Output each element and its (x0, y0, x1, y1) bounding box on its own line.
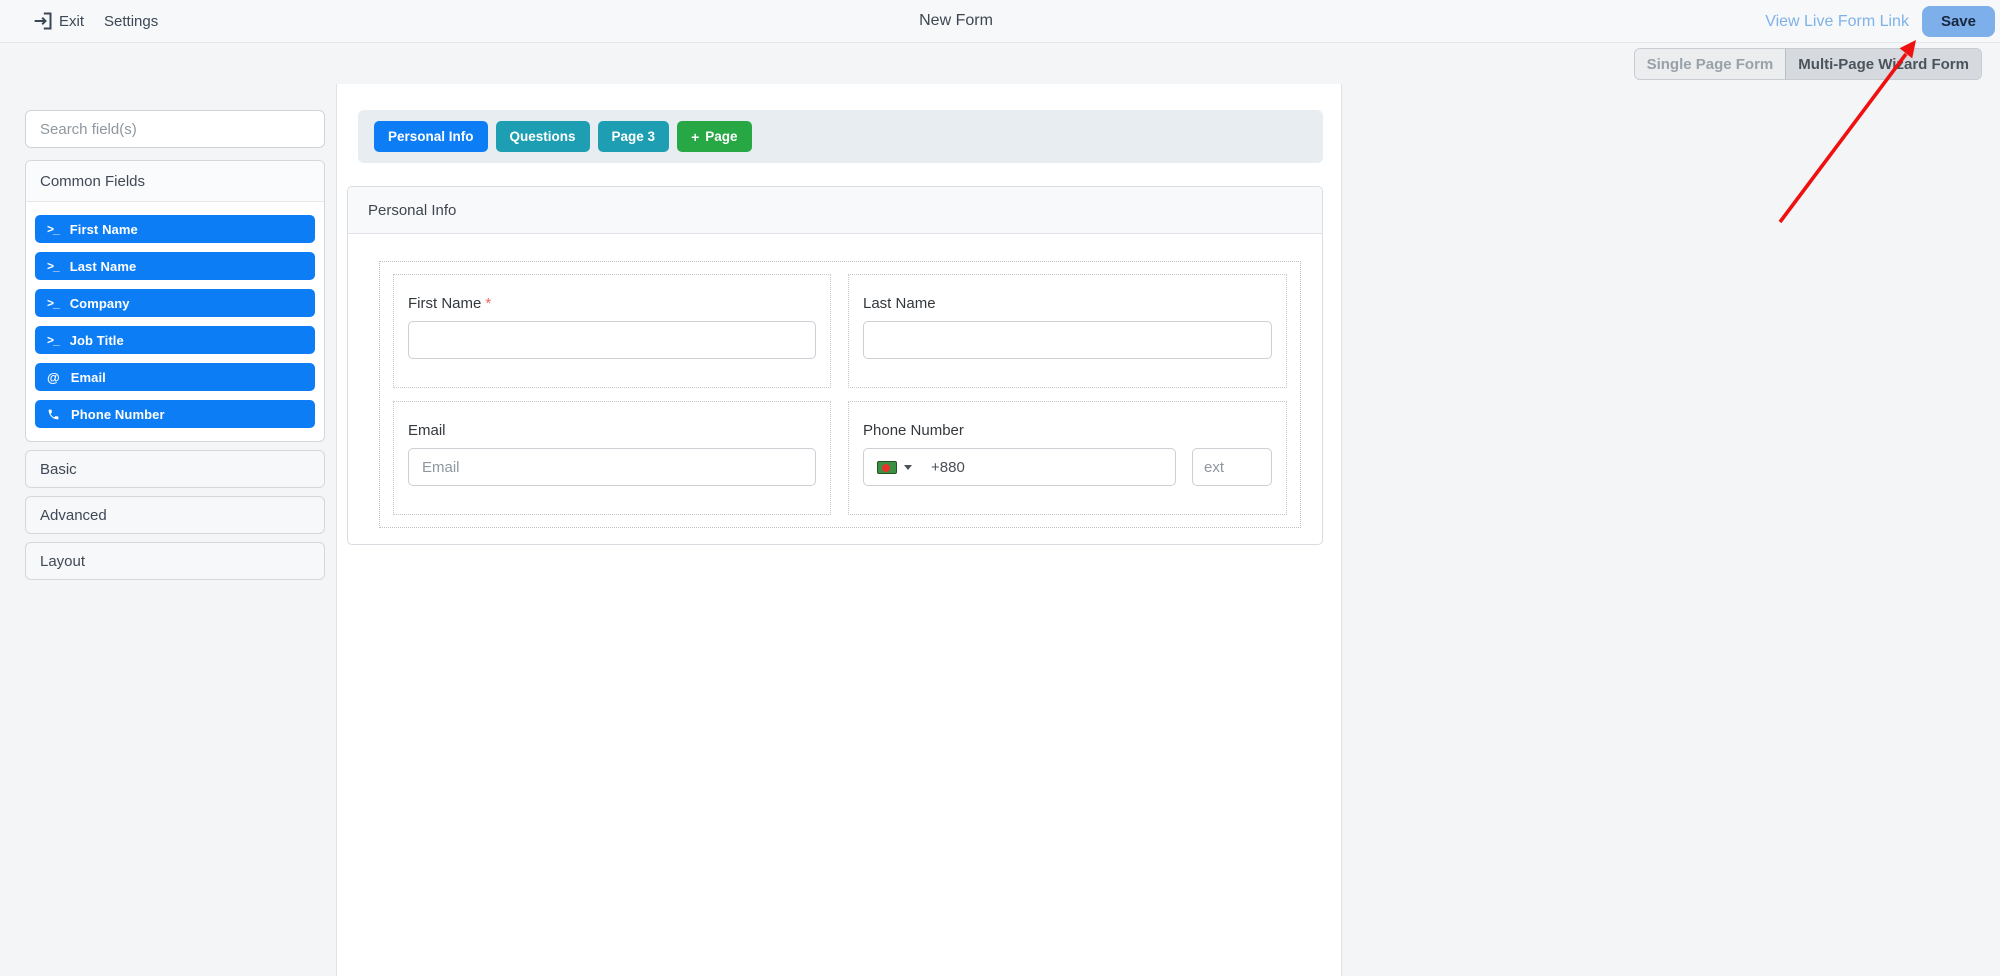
tab-personal-info[interactable]: Personal Info (374, 121, 488, 152)
top-navbar: Exit Settings New Form View Live Form Li… (0, 0, 2000, 43)
field-button-label: Last Name (69, 258, 137, 274)
page-tabs-bar: Personal Info Questions Page 3 + Page (358, 110, 1323, 163)
sidebar-section-layout[interactable]: Layout (25, 542, 325, 580)
card-title: Personal Info (348, 187, 1322, 234)
common-fields-panel: Common Fields >_ First Name >_ Last Name… (25, 160, 325, 442)
first-name-input[interactable] (408, 321, 816, 359)
country-select-caret-icon[interactable] (904, 464, 912, 470)
field-label: Phone Number (863, 422, 964, 439)
field-button-phone-number[interactable]: Phone Number (35, 400, 315, 428)
field-cell-phone-number[interactable]: Phone Number +880 (848, 401, 1287, 515)
field-button-email[interactable]: @ Email (35, 363, 315, 391)
card-body: First Name* Last Name Email Phone Number (348, 234, 1322, 544)
add-page-label: Page (705, 129, 738, 144)
form-mode-toggle: Single Page Form Multi-Page Wizard Form (1633, 48, 1982, 80)
required-asterisk: * (485, 295, 492, 312)
field-button-label: Job Title (69, 332, 124, 348)
field-button-company[interactable]: >_ Company (35, 289, 315, 317)
field-label: Last Name (863, 295, 936, 312)
field-cell-last-name[interactable]: Last Name (848, 274, 1287, 388)
email-input[interactable] (408, 448, 816, 486)
field-label: Email (408, 422, 446, 439)
form-canvas: Personal Info Questions Page 3 + Page Pe… (336, 84, 1342, 976)
field-button-last-name[interactable]: >_ Last Name (35, 252, 315, 280)
common-fields-list: >_ First Name >_ Last Name >_ Company >_… (26, 202, 324, 441)
field-button-label: Phone Number (71, 406, 165, 422)
last-name-input[interactable] (863, 321, 1272, 359)
terminal-icon: >_ (47, 222, 60, 236)
bangladesh-flag-icon (877, 460, 897, 474)
view-live-form-link[interactable]: View Live Form Link (1765, 13, 1909, 31)
terminal-icon: >_ (47, 333, 60, 347)
fields-sidebar: Common Fields >_ First Name >_ Last Name… (25, 110, 325, 580)
field-button-job-title[interactable]: >_ Job Title (35, 326, 315, 354)
personal-info-card: Personal Info First Name * Last Name Emai… (347, 186, 1323, 545)
field-cell-email[interactable]: Email (393, 401, 831, 515)
field-button-label: First Name (69, 221, 138, 237)
field-button-first-name[interactable]: >_ First Name (35, 215, 315, 243)
field-label: First Name * (408, 295, 492, 312)
phone-ext-input[interactable] (1192, 448, 1272, 486)
save-button[interactable]: Save (1921, 6, 1995, 37)
tab-page-3[interactable]: Page 3 (597, 121, 670, 152)
single-page-form-button[interactable]: Single Page Form (1634, 49, 1786, 79)
dial-code-value: +880 (931, 458, 965, 476)
plus-icon: + (691, 128, 700, 145)
settings-button[interactable]: Settings (104, 13, 158, 30)
add-page-button[interactable]: + Page (677, 121, 752, 152)
search-input[interactable] (25, 110, 325, 148)
tab-questions[interactable]: Questions (495, 121, 590, 152)
sidebar-section-basic[interactable]: Basic (25, 450, 325, 488)
mode-toolbar: Single Page Form Multi-Page Wizard Form (0, 43, 2000, 84)
phone-icon (47, 408, 60, 421)
terminal-icon: >_ (47, 296, 60, 310)
phone-input-row: +880 (863, 448, 1272, 486)
multi-page-wizard-form-button[interactable]: Multi-Page Wizard Form (1785, 49, 1981, 79)
phone-input[interactable]: +880 (863, 448, 1176, 486)
exit-label: Exit (59, 12, 85, 30)
exit-button[interactable]: Exit (33, 11, 84, 31)
field-button-label: Email (70, 369, 106, 385)
field-cell-first-name[interactable]: First Name * (393, 274, 831, 388)
terminal-icon: >_ (47, 259, 60, 273)
exit-icon (33, 11, 53, 31)
page-dropzone: First Name* Last Name Email Phone Number (379, 261, 1301, 528)
sidebar-section-advanced[interactable]: Advanced (25, 496, 325, 534)
common-fields-header[interactable]: Common Fields (26, 161, 324, 202)
field-button-label: Company (69, 295, 130, 311)
page-title: New Form (919, 12, 993, 29)
at-icon: @ (47, 369, 60, 385)
